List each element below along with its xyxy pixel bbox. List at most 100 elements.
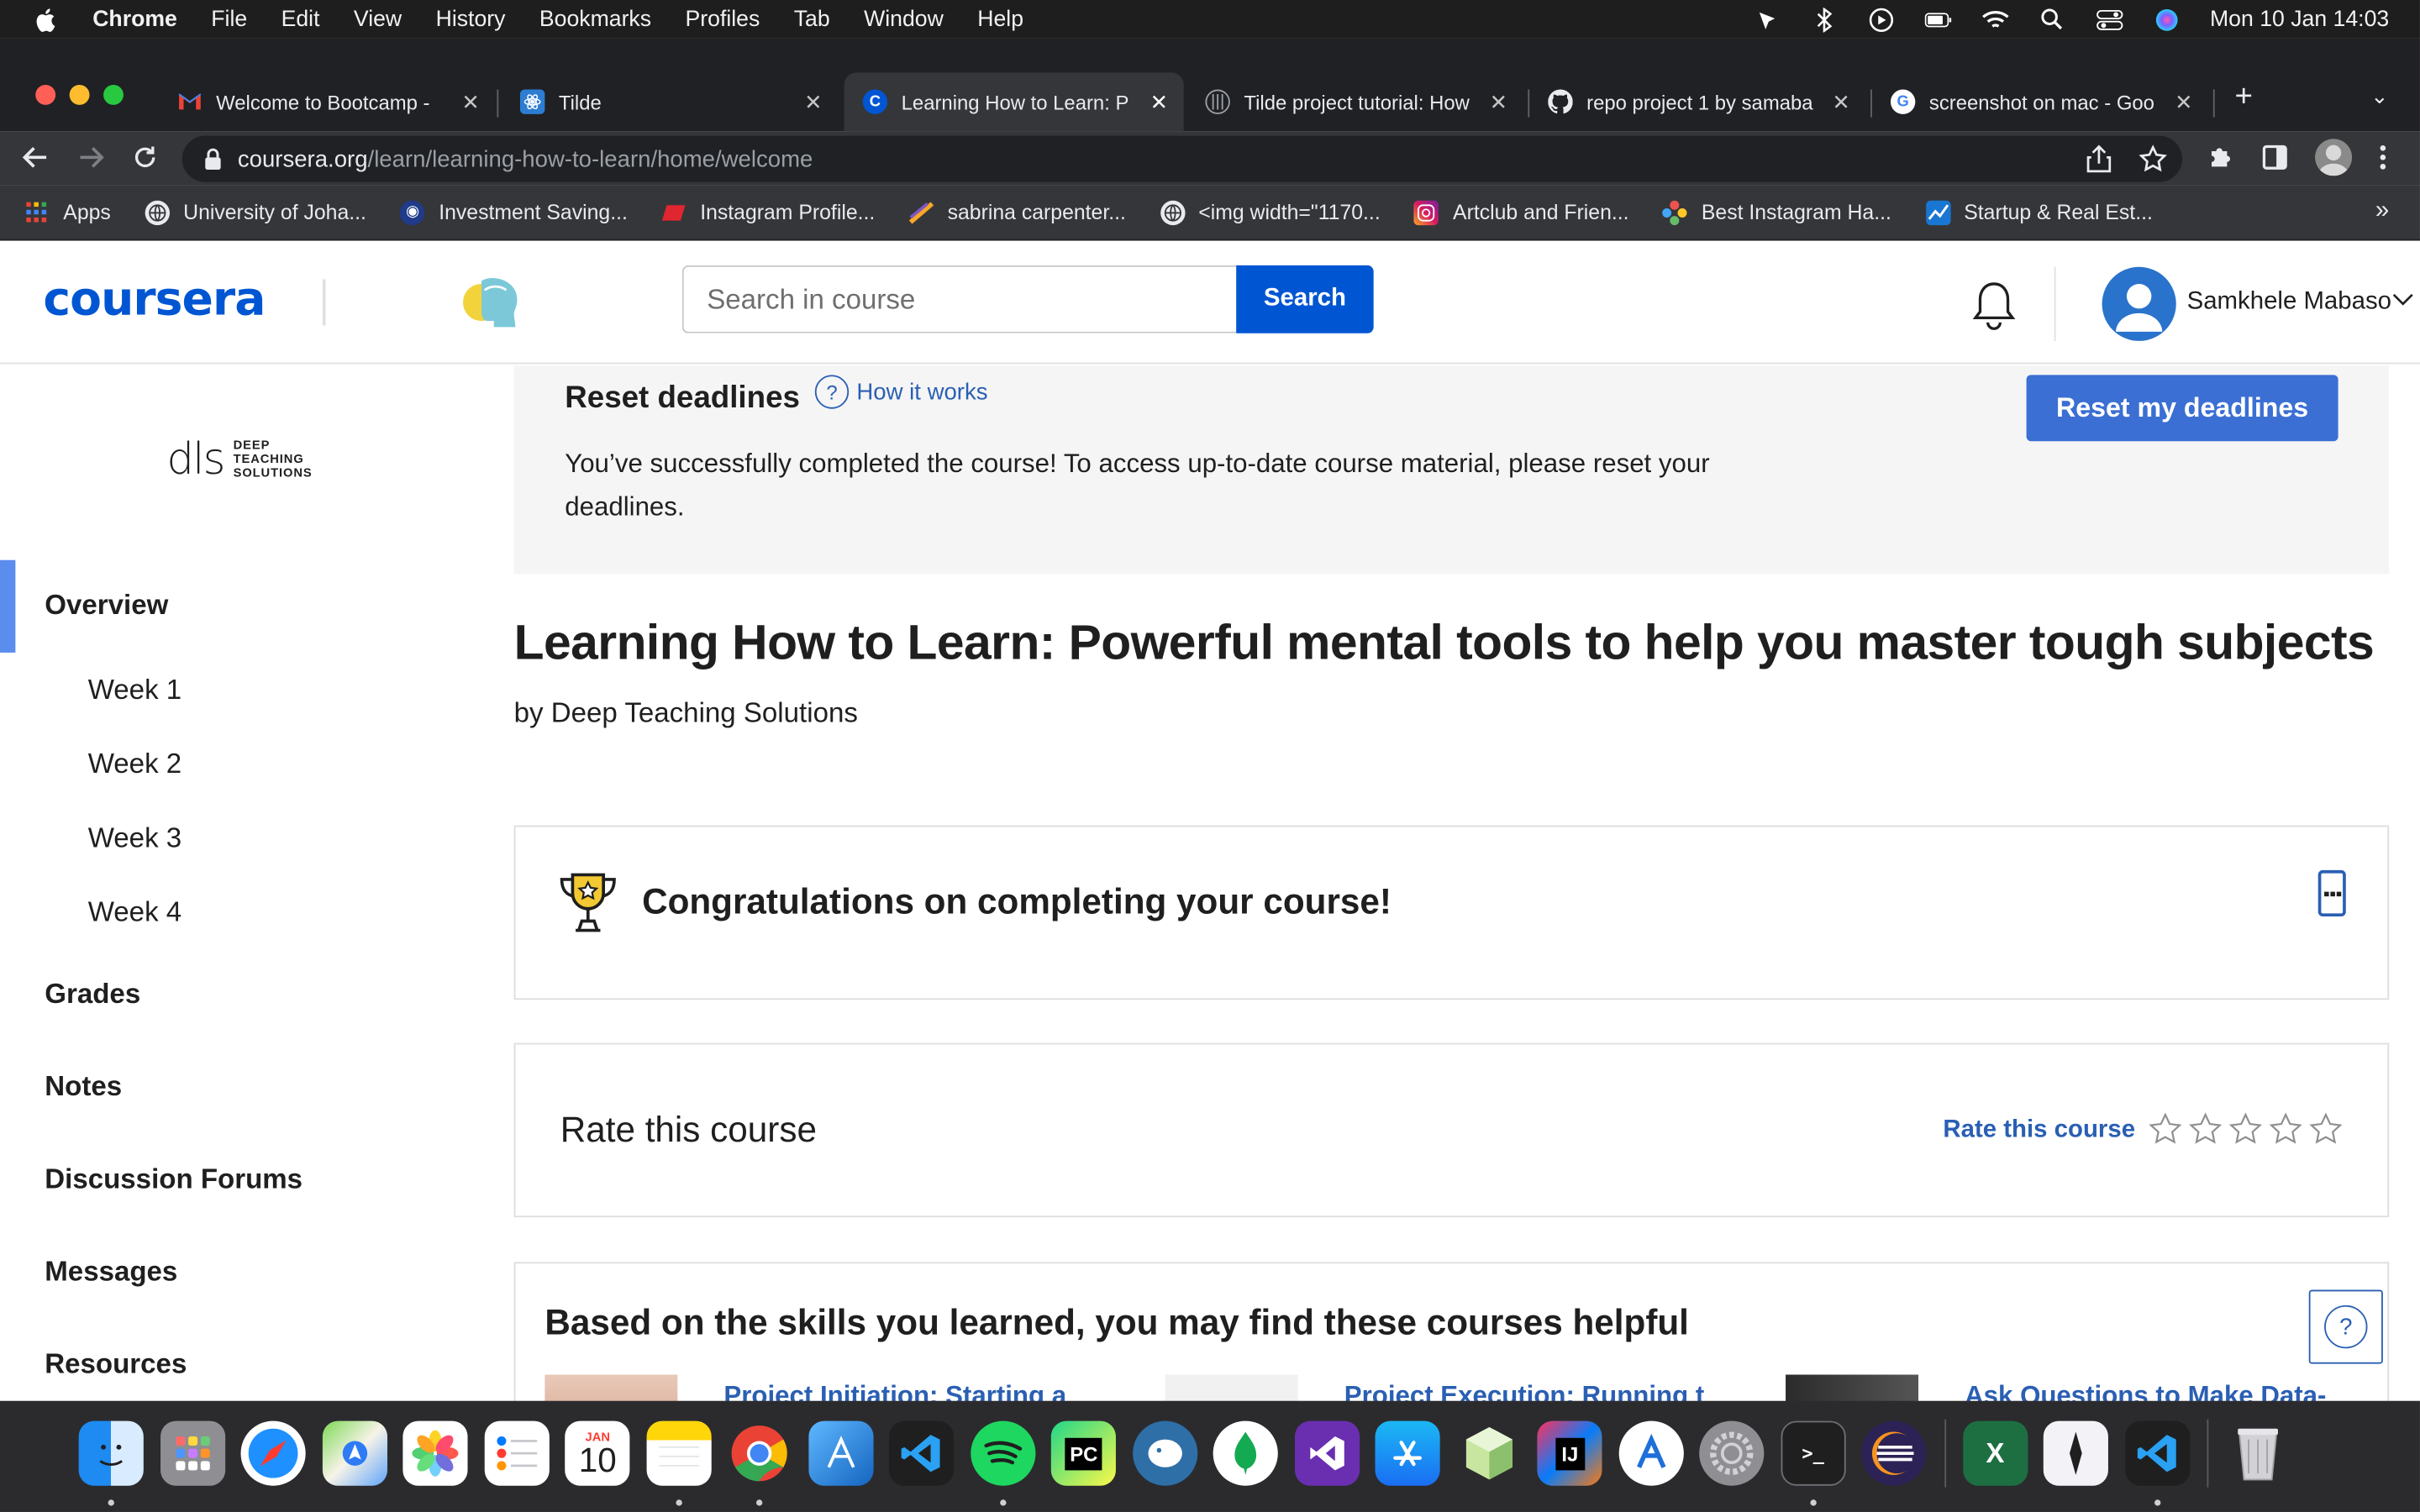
menu-app-name[interactable]: Chrome xyxy=(92,7,177,31)
sidebar-item-notes[interactable]: Notes xyxy=(45,1071,122,1104)
address-bar[interactable]: coursera.org/learn/learning-how-to-learn… xyxy=(182,135,2183,182)
trash-icon[interactable] xyxy=(2217,1413,2298,1494)
maps-icon[interactable] xyxy=(314,1413,395,1494)
menu-tab[interactable]: Tab xyxy=(794,7,830,31)
photos-icon[interactable] xyxy=(395,1413,476,1494)
search-input[interactable] xyxy=(681,265,1237,333)
notes-icon[interactable] xyxy=(638,1413,718,1506)
tab-coursera[interactable]: C Learning How to Learn: P ✕ xyxy=(844,72,1184,132)
menu-view[interactable]: View xyxy=(354,7,402,31)
lock-icon[interactable] xyxy=(203,148,222,171)
user-name[interactable]: Samkhele Mabaso xyxy=(2187,288,2391,316)
cube-app-icon[interactable] xyxy=(1449,1413,1529,1494)
course-head-icon[interactable] xyxy=(460,271,524,330)
play-icon[interactable] xyxy=(1867,7,1895,32)
menu-help[interactable]: Help xyxy=(977,7,1023,31)
star-icon[interactable] xyxy=(2309,1112,2343,1146)
close-tab-icon[interactable]: ✕ xyxy=(2171,89,2196,115)
eclipse-icon[interactable] xyxy=(1854,1413,1934,1494)
wifi-icon[interactable] xyxy=(1981,7,2009,31)
tab-tilde[interactable]: Tilde ✕ xyxy=(502,72,838,131)
chrome-icon[interactable] xyxy=(719,1413,800,1506)
tableplus-icon[interactable] xyxy=(1124,1413,1205,1494)
mongodb-icon[interactable] xyxy=(1205,1413,1286,1494)
menu-window[interactable]: Window xyxy=(864,7,944,31)
control-center-icon[interactable] xyxy=(2096,7,2123,31)
coursera-logo[interactable]: coursera xyxy=(43,273,266,327)
zoom-window-button[interactable] xyxy=(103,85,124,105)
menu-profiles[interactable]: Profiles xyxy=(685,7,760,31)
close-tab-icon[interactable]: ✕ xyxy=(458,89,482,115)
share-icon[interactable] xyxy=(2086,144,2112,173)
chrome-menu-icon[interactable] xyxy=(2378,144,2387,171)
menu-file[interactable]: File xyxy=(211,7,247,31)
reload-icon[interactable] xyxy=(128,140,161,174)
star-icon[interactable] xyxy=(2149,1112,2182,1146)
reset-my-deadlines-button[interactable]: Reset my deadlines xyxy=(2026,375,2338,442)
how-it-works-link[interactable]: ? How it works xyxy=(814,375,988,409)
reminders-icon[interactable] xyxy=(476,1413,557,1494)
sidebar-item-overview[interactable]: Overview xyxy=(45,590,168,622)
pycharm-icon[interactable]: PC xyxy=(1044,1413,1124,1494)
visual-studio-icon[interactable] xyxy=(1286,1413,1367,1494)
org-logo[interactable]: dls DEEP TEACHING SOLUTIONS xyxy=(166,433,312,485)
forward-arrow-icon[interactable] xyxy=(74,140,108,174)
vscode-icon[interactable] xyxy=(881,1413,962,1494)
search-button[interactable]: Search xyxy=(1236,265,1374,333)
star-icon[interactable] xyxy=(2228,1112,2262,1146)
bookmark-best-instagram[interactable]: Best Instagram Ha... xyxy=(1662,199,1891,225)
xcode-icon[interactable] xyxy=(800,1413,881,1494)
terminal-icon[interactable]: >_ xyxy=(1772,1413,1853,1506)
translate-app-icon[interactable] xyxy=(1611,1413,1691,1494)
tab-github[interactable]: repo project 1 by samaba ✕ xyxy=(1529,72,1865,131)
finder-icon[interactable] xyxy=(71,1413,151,1506)
sidebar-item-week-2[interactable]: Week 2 xyxy=(88,748,182,781)
launchpad-icon[interactable] xyxy=(152,1413,233,1494)
side-panel-icon[interactable] xyxy=(2261,144,2289,171)
spotify-icon[interactable] xyxy=(962,1413,1043,1506)
sidebar-item-week-1[interactable]: Week 1 xyxy=(88,675,182,707)
bookmark-instagram-profile[interactable]: Instagram Profile... xyxy=(661,200,875,224)
profile-avatar[interactable] xyxy=(2315,139,2353,176)
sidebar-item-week-4[interactable]: Week 4 xyxy=(88,896,182,929)
bookmark-university[interactable]: University of Joha... xyxy=(145,199,366,225)
close-tab-icon[interactable]: ✕ xyxy=(1486,89,1511,115)
bookmark-startup[interactable]: Startup & Real Est... xyxy=(1925,199,2153,225)
bluetooth-icon[interactable] xyxy=(1810,7,1838,32)
menu-clock[interactable]: Mon 10 Jan 14:03 xyxy=(2210,7,2389,31)
help-button[interactable]: ? xyxy=(2308,1289,2383,1364)
tab-search-chevron-icon[interactable]: ⌄ xyxy=(2370,83,2389,109)
minimize-window-button[interactable] xyxy=(69,85,90,105)
rate-course-link[interactable]: Rate this course xyxy=(1943,1117,2135,1145)
apple-icon[interactable] xyxy=(31,7,59,31)
sidebar-item-messages[interactable]: Messages xyxy=(45,1256,177,1289)
tab-tilde-tutorial[interactable]: Tilde project tutorial: How ✕ xyxy=(1186,72,1523,131)
calendar-icon[interactable]: JAN 10 xyxy=(557,1413,638,1494)
intellij-icon[interactable]: IJ xyxy=(1529,1413,1610,1494)
status-app-icon[interactable] xyxy=(1753,7,1781,31)
tab-gmail[interactable]: Welcome to Bootcamp - ✕ xyxy=(159,72,495,131)
sidebar-item-week-3[interactable]: Week 3 xyxy=(88,822,182,855)
tab-google[interactable]: G screenshot on mac - Goo ✕ xyxy=(1872,72,2208,131)
sidebar-item-grades[interactable]: Grades xyxy=(45,978,140,1011)
menu-bookmarks[interactable]: Bookmarks xyxy=(539,7,651,31)
extensions-puzzle-icon[interactable] xyxy=(2207,144,2234,171)
bookmark-sabrina[interactable]: sabrina carpenter... xyxy=(908,200,1126,224)
excel-icon[interactable]: X xyxy=(1954,1413,2035,1494)
close-tab-icon[interactable]: ✕ xyxy=(801,89,825,115)
spotlight-search-icon[interactable] xyxy=(2039,7,2066,31)
sidebar-item-resources[interactable]: Resources xyxy=(45,1348,187,1381)
more-options-icon[interactable] xyxy=(2317,869,2346,916)
bookmark-img-width[interactable]: <img width="1170... xyxy=(1160,199,1381,225)
app-store-icon[interactable] xyxy=(1367,1413,1448,1494)
notification-bell-icon[interactable] xyxy=(1970,279,2019,331)
star-icon[interactable] xyxy=(2269,1112,2302,1146)
bookmark-star-icon[interactable] xyxy=(2139,144,2167,173)
safari-icon[interactable] xyxy=(233,1413,313,1494)
vscode-alt-icon[interactable] xyxy=(2117,1413,2197,1506)
menu-history[interactable]: History xyxy=(436,7,506,31)
bookmark-apps[interactable]: Apps xyxy=(24,200,111,224)
new-tab-icon[interactable]: + xyxy=(2235,81,2253,116)
bookmark-artclub[interactable]: Artclub and Frien... xyxy=(1414,199,1629,225)
back-arrow-icon[interactable] xyxy=(18,140,52,174)
